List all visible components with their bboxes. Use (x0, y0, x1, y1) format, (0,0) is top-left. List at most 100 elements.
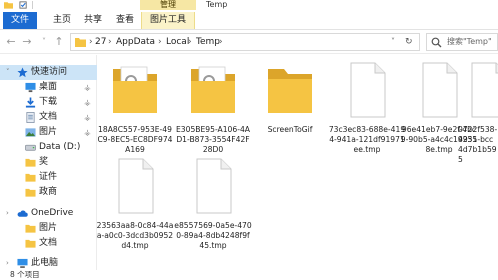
folder-icon (191, 66, 235, 113)
recent-dropdown-icon[interactable]: ˅ (37, 34, 51, 50)
picture-icon (25, 128, 36, 137)
computer-icon (17, 258, 28, 268)
tab-file[interactable]: 文件 (3, 12, 37, 29)
pin-icon[interactable]: ⚶ (84, 125, 91, 140)
sidebar-item-label: 此电脑 (31, 258, 59, 268)
sidebar-item-label: Data (D:) (39, 142, 81, 152)
navigation-pane: ˅ 快速访问 桌面 ⚶ 下载 ⚶ 文档 ⚶ 图片 ⚶ Data (D:) 奖 证… (0, 55, 97, 270)
desktop-icon (25, 82, 36, 93)
list-item[interactable]: 18A8C557-953E-49C9-8EC5-EC8DF974A169 (96, 59, 174, 155)
list-item[interactable]: e8557569-0a5e-4700-89a4-8db4248f9f45.tmp (174, 155, 252, 251)
sidebar-item-label: 快速访问 (31, 67, 68, 77)
sidebar-item-label: 文档 (39, 238, 58, 248)
item-count: 8 个项目 (10, 270, 40, 279)
folder-icon (25, 173, 36, 182)
document-icon (26, 112, 35, 123)
file-name: E305BE95-A106-4AD1-B873-3554F42F28D0 (176, 125, 250, 154)
sidebar-item-downloads[interactable]: 下载 ⚶ (0, 95, 97, 110)
sidebar-item-label: 证件 (39, 172, 58, 182)
sidebar-item-documents[interactable]: 文档 ⚶ (0, 110, 97, 125)
breadcrumb-27[interactable]: 27 (95, 34, 106, 50)
sidebar-item-label: 文档 (39, 112, 58, 122)
cloud-icon (17, 210, 28, 217)
sidebar-item-zhengshang[interactable]: 政商 (0, 185, 97, 200)
refresh-icon[interactable]: ↻ (405, 34, 413, 50)
address-dropdown-icon[interactable]: ˅ (391, 34, 395, 50)
breadcrumb-separator: › (89, 37, 93, 47)
sidebar-item-label: 图片 (39, 223, 58, 233)
folder-icon (25, 188, 36, 197)
search-input[interactable]: 搜索"Temp" (426, 33, 498, 51)
folder-icon (113, 66, 157, 113)
breadcrumb-appdata[interactable]: AppData (116, 34, 155, 50)
sidebar-item-label: 政商 (39, 187, 58, 197)
sidebar-item-label: 图片 (39, 127, 58, 137)
sidebar-item-data-drive[interactable]: Data (D:) (0, 140, 97, 155)
address-bar[interactable]: › 27 › AppData › Local › Temp › ˅ ↻ (70, 33, 420, 51)
sidebar-item-onedrive-documents[interactable]: 文档 (0, 236, 97, 251)
folder-icon (25, 239, 36, 248)
title-bar: 管理 Temp (0, 0, 498, 10)
file-name: 73c3ec83-688e-4194-941a-121df91971ee.tmp (328, 125, 406, 154)
status-bar: 8 个项目 (0, 270, 498, 280)
sidebar-item-label: OneDrive (31, 208, 74, 218)
drive-icon (25, 144, 36, 151)
file-icon (350, 62, 386, 118)
sidebar-item-award[interactable]: 奖 (0, 155, 97, 170)
chevron-right-icon[interactable]: › (6, 206, 9, 221)
tab-manage[interactable]: 管理 (140, 0, 196, 10)
file-list: 18A8C557-953E-49C9-8EC5-EC8DF974A169 E30… (96, 55, 498, 270)
up-arrow-icon[interactable]: ↑ (52, 34, 66, 50)
address-row: ← → ˅ ↑ › 27 › AppData › Local › Temp › … (0, 30, 498, 54)
sidebar-item-onedrive[interactable]: › OneDrive (0, 206, 97, 221)
breadcrumb-separator: › (219, 37, 223, 47)
chevron-right-icon[interactable]: › (6, 256, 9, 271)
file-name: 18A8C557-953E-49C9-8EC5-EC8DF974A169 (97, 125, 173, 154)
pin-icon[interactable]: ⚶ (84, 110, 91, 125)
ribbon-tabs: 文件 主页 共享 查看 图片工具 (0, 10, 498, 30)
sidebar-item-label: 奖 (39, 157, 49, 167)
folder-icon (268, 69, 312, 113)
sidebar-item-pictures[interactable]: 图片 ⚶ (0, 125, 97, 140)
sidebar-item-certificates[interactable]: 证件 (0, 170, 97, 185)
file-icon (118, 158, 154, 214)
star-icon (17, 67, 28, 78)
breadcrumb-separator: › (108, 37, 112, 47)
folder-icon (75, 38, 86, 47)
sidebar-item-label: 桌面 (39, 82, 58, 92)
tab-share[interactable]: 共享 (78, 12, 108, 29)
list-item[interactable]: 73c3ec83-688e-4194-941a-121df91971ee.tmp (328, 59, 406, 155)
sidebar-item-quick-access[interactable]: ˅ 快速访问 (0, 65, 97, 80)
sidebar-item-this-pc[interactable]: › 此电脑 (0, 256, 97, 271)
list-item[interactable]: ScreenToGif (251, 59, 329, 135)
quick-access-separator (32, 1, 33, 9)
list-item[interactable]: 23563aa8-0c84-44aa-a0c0-3dcd3b0952d4.tmp (96, 155, 174, 251)
tab-picture-tools[interactable]: 图片工具 (141, 12, 195, 29)
forward-arrow-icon[interactable]: → (20, 34, 34, 50)
breadcrumb-temp[interactable]: Temp (196, 34, 220, 50)
file-icon (196, 158, 232, 214)
sidebar-item-desktop[interactable]: 桌面 ⚶ (0, 80, 97, 95)
breadcrumb-local[interactable]: Local (166, 34, 189, 50)
sidebar-item-onedrive-pictures[interactable]: 图片 (0, 221, 97, 236)
search-icon (431, 37, 442, 48)
breadcrumb-separator: › (158, 37, 162, 47)
back-arrow-icon[interactable]: ← (4, 34, 18, 50)
file-name: 0722f538-4951-bcc4d7b1b595 (458, 125, 498, 164)
list-item[interactable]: E305BE95-A106-4AD1-B873-3554F42F28D0 (174, 59, 252, 155)
chevron-down-icon[interactable]: ˅ (6, 65, 10, 80)
pin-icon[interactable]: ⚶ (84, 95, 91, 110)
tab-home[interactable]: 主页 (47, 12, 77, 29)
folder-icon (25, 224, 36, 233)
folder-icon (25, 158, 36, 167)
breadcrumb-separator: › (188, 37, 192, 47)
pin-icon[interactable]: ⚶ (84, 80, 91, 95)
list-item[interactable]: 0722f538-4951-bcc4d7b1b595 (458, 59, 498, 165)
tab-view[interactable]: 查看 (110, 12, 140, 29)
search-placeholder: 搜索"Temp" (447, 37, 492, 46)
checkbox-icon[interactable] (19, 1, 28, 9)
window-title: Temp (206, 0, 228, 9)
file-icon (471, 62, 498, 118)
sidebar-item-label: 下载 (39, 97, 58, 107)
download-icon (25, 97, 36, 108)
